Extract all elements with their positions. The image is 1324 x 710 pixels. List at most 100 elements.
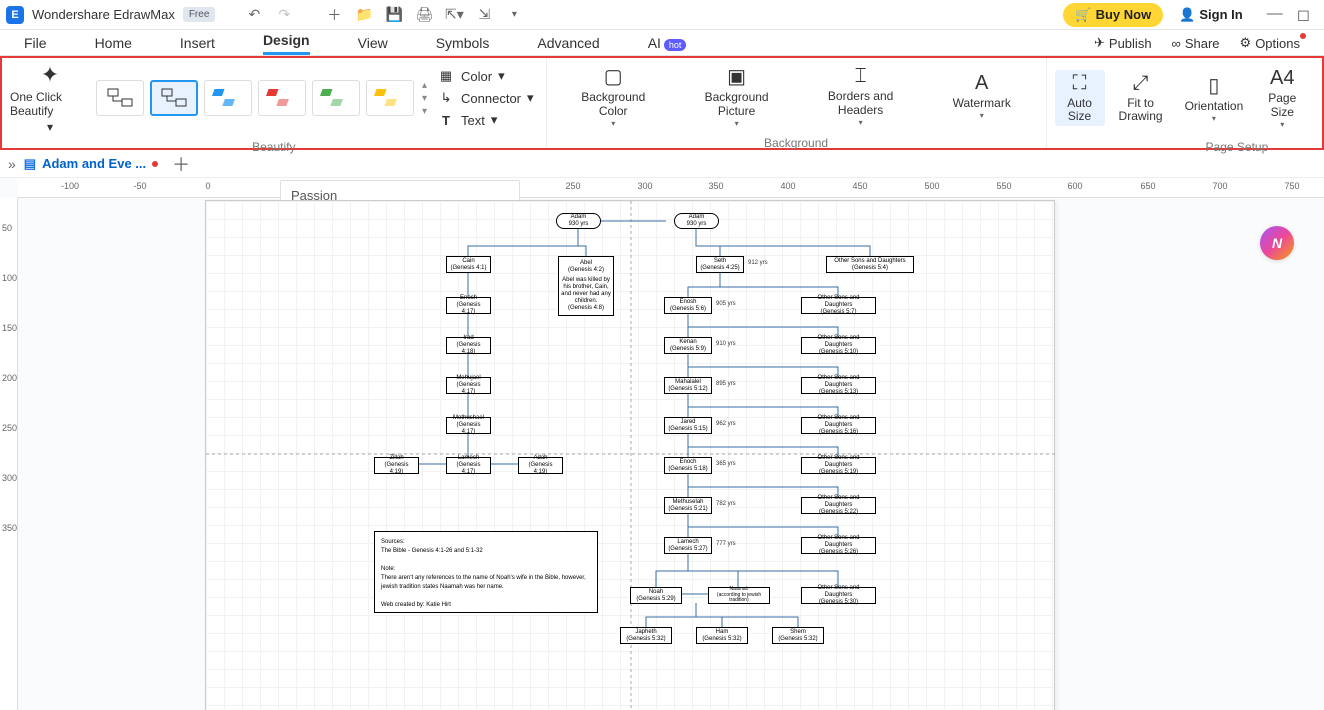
options-button[interactable]: ⚙Options <box>1240 35 1300 51</box>
node-japheth[interactable]: Japheth(Genesis 5:32) <box>620 627 672 644</box>
undo-icon[interactable]: ↶ <box>243 4 265 26</box>
age-enosh: 905 yrs <box>716 301 736 307</box>
node-osd526[interactable]: Other Sons and Daughters(Genesis 5:26) <box>801 537 876 554</box>
node-osd530[interactable]: Other Sons and Daughters(Genesis 5:30) <box>801 587 876 604</box>
connector-icon: ↳ <box>437 90 455 106</box>
swatch-up-icon[interactable]: ▴ <box>422 80 427 91</box>
node-irad[interactable]: Irad(Genesis 4:18) <box>446 337 491 354</box>
node-mahalalel[interactable]: Mahalalel(Genesis 5:12) <box>664 377 712 394</box>
connector-dropdown[interactable]: ↳Connector▾ <box>433 88 538 108</box>
node-ham[interactable]: Ham(Genesis 5:32) <box>696 627 748 644</box>
node-enosh[interactable]: Enosh(Genesis 5:6) <box>664 297 712 314</box>
node-shem[interactable]: Shem(Genesis 5:32) <box>772 627 824 644</box>
drawing-page[interactable]: Adam930 yrs Adam930 yrs Cain(Genesis 4:1… <box>205 200 1055 710</box>
publish-button[interactable]: ✈Publish <box>1094 35 1152 51</box>
sign-in-button[interactable]: 👤Sign In <box>1171 7 1251 23</box>
style-swatch-2[interactable] <box>150 80 198 116</box>
export-icon[interactable]: ⇱▾ <box>443 4 465 26</box>
node-mehujael[interactable]: Mehujael(Genesis 4:17) <box>446 377 491 394</box>
node-methushael[interactable]: Methushael(Genesis 4:17) <box>446 417 491 434</box>
node-cain[interactable]: Cain(Genesis 4:1) <box>446 256 491 273</box>
qat-more-icon[interactable]: ▾ <box>503 4 525 26</box>
auto-size-button[interactable]: ⛶Auto Size <box>1055 70 1105 127</box>
node-noah[interactable]: Noah(Genesis 5:29) <box>630 587 682 604</box>
age-seth: 912 yrs <box>748 260 768 266</box>
node-zillah[interactable]: Zillah(Genesis 4:19) <box>374 457 419 474</box>
pagesize-icon: A4 <box>1270 67 1294 90</box>
style-swatch-4[interactable] <box>258 80 306 116</box>
style-swatch-6[interactable] <box>366 80 414 116</box>
menu-home[interactable]: Home <box>95 35 132 55</box>
menu-advanced[interactable]: Advanced <box>537 35 599 55</box>
menu-file[interactable]: File <box>24 35 47 55</box>
node-adam-2[interactable]: Adam930 yrs <box>674 213 719 229</box>
unsaved-dot-icon <box>152 161 158 167</box>
autosize-label: Auto Size <box>1067 97 1092 125</box>
node-lamech2[interactable]: Lamech(Genesis 5:27) <box>664 537 712 554</box>
node-osd54[interactable]: Other Sons and Daughters(Genesis 5:4) <box>826 256 914 273</box>
canvas[interactable]: -100-50025030035040045050055060065070075… <box>0 178 1324 710</box>
one-click-beautify-button[interactable]: ✦ One Click Beautify ▾ <box>10 62 90 134</box>
sources-box[interactable]: Sources: The Bible - Genesis 4:1-26 and … <box>374 531 598 613</box>
background-color-button[interactable]: ▢Background Color▾ <box>573 62 653 130</box>
fit-to-drawing-button[interactable]: ⤢Fit to Drawing <box>1111 70 1171 127</box>
node-abel[interactable]: Abel(Genesis 4:2)Abel was killed by his … <box>558 256 614 316</box>
node-lamech1[interactable]: Lamech(Genesis 4:17) <box>446 457 491 474</box>
minimize-icon[interactable]: — <box>1267 5 1283 25</box>
add-tab-button[interactable]: ＋ <box>166 151 196 177</box>
fit-label: Fit to Drawing <box>1119 97 1163 125</box>
node-osd513[interactable]: Other Sons and Daughters(Genesis 5:13) <box>801 377 876 394</box>
pagesetup-section-label: Page Setup <box>1047 138 1324 158</box>
node-adam-1[interactable]: Adam930 yrs <box>556 213 601 229</box>
node-jared[interactable]: Jared(Genesis 5:15) <box>664 417 712 434</box>
autosize-icon: ⛶ <box>1073 72 1087 95</box>
import-icon[interactable]: ⇲ <box>473 4 495 26</box>
age-jared: 962 yrs <box>716 421 736 427</box>
menu-view[interactable]: View <box>358 35 388 55</box>
node-adah[interactable]: Adah(Genesis 4:19) <box>518 457 563 474</box>
watermark-button[interactable]: AWatermark▾ <box>945 70 1019 122</box>
style-swatch-5[interactable] <box>312 80 360 116</box>
new-icon[interactable]: ＋ <box>323 4 345 26</box>
plan-badge: Free <box>183 7 216 22</box>
swatch-more-icon[interactable]: ▾ <box>422 106 427 117</box>
buy-now-button[interactable]: 🛒Buy Now <box>1063 3 1163 27</box>
share-icon: ∞ <box>1172 36 1181 51</box>
save-icon[interactable]: 💾 <box>383 4 405 26</box>
node-osd522[interactable]: Other Sons and Daughters(Genesis 5:22) <box>801 497 876 514</box>
menu-ai[interactable]: AIhot <box>648 35 687 55</box>
swatch-down-icon[interactable]: ▾ <box>422 93 427 104</box>
node-enoch2[interactable]: Enoch(Genesis 5:18) <box>664 457 712 474</box>
document-tab[interactable]: ▤ Adam and Eve ... <box>24 156 158 172</box>
orientation-button[interactable]: ▯Orientation▾ <box>1177 71 1252 125</box>
node-osd516[interactable]: Other Sons and Daughters(Genesis 5:16) <box>801 417 876 434</box>
node-kenan[interactable]: Kenan(Genesis 5:9) <box>664 337 712 354</box>
menu-design[interactable]: Design <box>263 32 310 55</box>
page-size-button[interactable]: A4Page Size▾ <box>1257 65 1307 131</box>
open-icon[interactable]: 📁 <box>353 4 375 26</box>
node-seth[interactable]: Seth(Genesis 4:25) <box>696 256 744 273</box>
menu-insert[interactable]: Insert <box>180 35 215 55</box>
node-naamah[interactable]: Naamah(according to jewish tradition) <box>708 587 770 604</box>
node-osd510[interactable]: Other Sons and Daughters(Genesis 5:10) <box>801 337 876 354</box>
menu-symbols[interactable]: Symbols <box>436 35 490 55</box>
text-dropdown[interactable]: TText▾ <box>433 110 538 130</box>
ai-float-button[interactable]: N <box>1260 226 1294 260</box>
doc-tab-label: Adam and Eve ... <box>42 156 146 171</box>
borders-headers-button[interactable]: ⌶Borders and Headers▾ <box>820 63 901 129</box>
tabs-chevron-icon[interactable]: » <box>8 156 16 172</box>
node-methuselah[interactable]: Methuselah(Genesis 5:21) <box>664 497 712 514</box>
bg-color-label: Background Color <box>581 91 645 119</box>
node-enoch1[interactable]: Enoch(Genesis 4:17) <box>446 297 491 314</box>
maximize-icon[interactable]: ◻ <box>1297 5 1310 25</box>
redo-icon[interactable]: ↷ <box>273 4 295 26</box>
print-icon[interactable]: 🖨 <box>413 4 435 26</box>
style-swatch-1[interactable] <box>96 80 144 116</box>
share-button[interactable]: ∞Share <box>1172 36 1220 51</box>
node-osd519[interactable]: Other Sons and Daughters(Genesis 5:19) <box>801 457 876 474</box>
color-dropdown[interactable]: ▦Color▾ <box>433 66 538 86</box>
background-picture-button[interactable]: ▣Background Picture▾ <box>697 62 777 130</box>
jump-style-button[interactable]: ⌒Jump Style▾ <box>1313 62 1324 134</box>
style-swatch-3[interactable] <box>204 80 252 116</box>
node-osd57[interactable]: Other Sons and Daughters(Genesis 5:7) <box>801 297 876 314</box>
